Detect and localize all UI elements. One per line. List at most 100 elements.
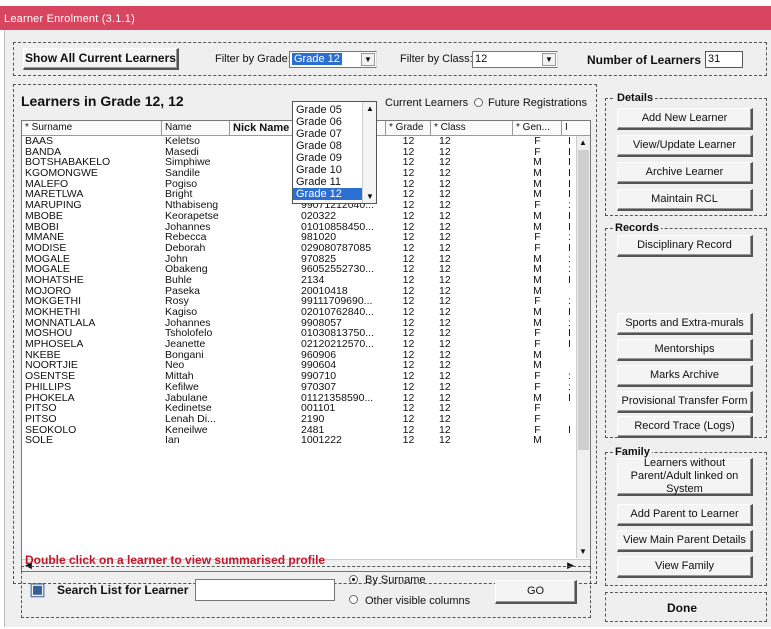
add-parent-button[interactable]: Add Parent to Learner	[617, 504, 753, 526]
done-button[interactable]: Done	[667, 601, 697, 615]
table-cell: F	[534, 232, 541, 243]
table-cell: Tsholofelo	[165, 328, 213, 340]
table-row[interactable]: MPHOSELA Jeanette 02120212570... 12 12 F I	[22, 339, 577, 350]
table-row[interactable]: MOGALE Obakeng 96052552730... 12 12 M:	[22, 264, 577, 275]
table-row[interactable]: PHOKELA Jabulane 01121358590... 12 12 M I	[22, 393, 577, 404]
scroll-down-icon[interactable]: ▼	[579, 547, 587, 556]
table-cell: Nthabiseng	[165, 200, 219, 211]
table-cell: Kefilwe	[165, 381, 199, 393]
table-cell: Keorapetse	[165, 210, 219, 222]
search-label: Search List for Learner	[57, 583, 189, 597]
add-new-learner-button[interactable]: Add New Learner	[617, 108, 753, 130]
class-filter-select[interactable]: 12 ▼	[472, 51, 558, 68]
table-cell: 12	[402, 435, 415, 446]
table-cell: 12	[402, 296, 415, 307]
table-cell: I	[568, 328, 571, 340]
table-cell: 12	[439, 178, 451, 190]
marks-archive-button[interactable]: Marks Archive	[617, 365, 753, 387]
table-cell	[230, 189, 298, 200]
table-cell: 1001222	[301, 435, 342, 446]
current-learners-option[interactable]: Current Learners	[385, 97, 468, 109]
table-row[interactable]: MMANE Rebecca 981020 12 12 F:	[22, 232, 577, 243]
scroll-thumb[interactable]	[578, 150, 589, 450]
provisional-transfer-button[interactable]: Provisional Transfer Form	[617, 391, 753, 413]
dropdown-scrollbar[interactable]: ▲ ▼	[362, 102, 376, 203]
show-all-learners-button[interactable]: Show All Current Learners	[23, 48, 179, 70]
search-input[interactable]	[195, 579, 335, 601]
table-cell: :	[568, 371, 571, 382]
by-surname-label: By Surname	[365, 574, 426, 586]
disciplinary-record-button[interactable]: Disciplinary Record	[617, 235, 753, 257]
table-cell: :	[568, 296, 571, 307]
col-extra[interactable]: I	[562, 121, 590, 136]
table-cell: 12	[402, 381, 415, 393]
table-cell: MARUPING	[25, 200, 82, 211]
table-row[interactable]: PITSO Lenah Di... 2190 12 12 F	[22, 414, 577, 425]
table-cell	[230, 382, 298, 393]
table-row[interactable]: MOKHETHI Kagiso 02010762840... 12 12 M I	[22, 307, 577, 318]
col-class[interactable]: * Class	[431, 121, 513, 136]
table-cell	[230, 296, 298, 307]
future-registrations-radio[interactable]	[474, 98, 483, 107]
view-family-button[interactable]: View Family	[617, 556, 753, 578]
table-row[interactable]: MOGALE John 970825 12 12 M:	[22, 254, 577, 265]
table-row[interactable]: MODISE Deborah 029080787085 12 12 F I	[22, 243, 577, 254]
table-row[interactable]: MBOBI Johannes 01010858450... 12 12 M I	[22, 222, 577, 233]
table-cell: 12	[439, 424, 451, 436]
table-row[interactable]: OSENTSE Mittah 990710 12 12 F:	[22, 371, 577, 382]
chevron-down-icon[interactable]: ▼	[542, 53, 556, 66]
table-row[interactable]: PITSO Kedinetse 001101 12 12 F	[22, 403, 577, 414]
table-cell: 12	[402, 307, 415, 318]
col-nickname[interactable]: Nick Name	[230, 121, 298, 136]
by-surname-radio[interactable]	[349, 575, 358, 584]
table-cell: Keletso	[165, 136, 201, 147]
table-cell: 01010858450...	[301, 221, 374, 233]
grade-filter-select[interactable]: Grade 12 ▼	[289, 51, 377, 68]
view-main-parent-button[interactable]: View Main Parent Details	[617, 530, 753, 552]
table-cell: 12	[402, 371, 415, 382]
table-cell: :	[568, 381, 571, 393]
table-row[interactable]: PHILLIPS Kefilwe 970307 12 12 F:	[22, 382, 577, 393]
table-row[interactable]: MOJORO Paseka 20010418 12 12 M	[22, 286, 577, 297]
scroll-down-icon[interactable]: ▼	[366, 192, 374, 201]
table-row[interactable]: MOKGETHI Rosy 99111709690... 12 12 F:	[22, 296, 577, 307]
view-update-learner-button[interactable]: View/Update Learner	[617, 135, 753, 157]
table-cell: M	[533, 392, 542, 404]
archive-learner-button[interactable]: Archive Learner	[617, 162, 753, 184]
table-row[interactable]: NKEBE Bongani 960906 12 12 M	[22, 350, 577, 361]
learners-without-parent-button[interactable]: Learners without Parent/Adult linked on …	[617, 457, 753, 496]
col-grade[interactable]: * Grade	[386, 121, 431, 136]
table-row[interactable]: MOSHOU Tsholofelo 01030813750... 12 12 F I	[22, 328, 577, 339]
mentorships-button[interactable]: Mentorships	[617, 339, 753, 361]
scroll-up-icon[interactable]: ▲	[366, 104, 374, 113]
table-cell: 2134	[301, 274, 325, 286]
table-row[interactable]: MONNATLALA Johannes 9908057 12 12 M:	[22, 318, 577, 329]
other-columns-radio[interactable]	[349, 595, 358, 604]
table-cell: 12	[439, 146, 451, 158]
number-of-learners-label: Number of Learners	[587, 53, 702, 67]
vertical-scrollbar[interactable]: ▲ ▼	[576, 136, 590, 558]
record-trace-button[interactable]: Record Trace (Logs)	[617, 416, 753, 438]
scroll-up-icon[interactable]: ▲	[579, 138, 587, 147]
col-surname[interactable]: * Surname	[22, 121, 162, 136]
maintain-rcl-button[interactable]: Maintain RCL	[617, 189, 753, 211]
go-button[interactable]: GO	[495, 580, 577, 604]
grade-dropdown-list[interactable]: Grade 05 Grade 06 Grade 07 Grade 08 Grade 09…	[292, 101, 377, 204]
chevron-down-icon[interactable]: ▼	[361, 53, 375, 66]
sports-extramurals-button[interactable]: Sports and Extra-murals	[617, 313, 753, 335]
col-gender[interactable]: * Gen...	[513, 121, 562, 136]
col-name[interactable]: Name	[162, 121, 230, 136]
table-cell: 12	[439, 435, 451, 446]
table-cell: 12	[402, 253, 415, 265]
table-cell: 12	[402, 339, 415, 350]
table-row[interactable]: SEOKOLO Keneilwe 2481 12 12 F I	[22, 425, 577, 436]
table-cell: MBOBE	[25, 210, 63, 222]
table-cell: :	[568, 264, 571, 275]
table-row[interactable]: NOORTJIE Neo 990604 12 12 M	[22, 360, 577, 371]
table-row[interactable]: MBOBE Keorapetse 020322 12 12 M I	[22, 211, 577, 222]
table-cell: 12	[402, 232, 415, 243]
table-cell	[230, 232, 298, 243]
class-filter-value: 12	[475, 53, 488, 65]
table-row[interactable]: SOLE Ian 1001222 12 12 M	[22, 435, 577, 446]
table-row[interactable]: MOHATSHE Buhle 2134 12 12 M I	[22, 275, 577, 286]
